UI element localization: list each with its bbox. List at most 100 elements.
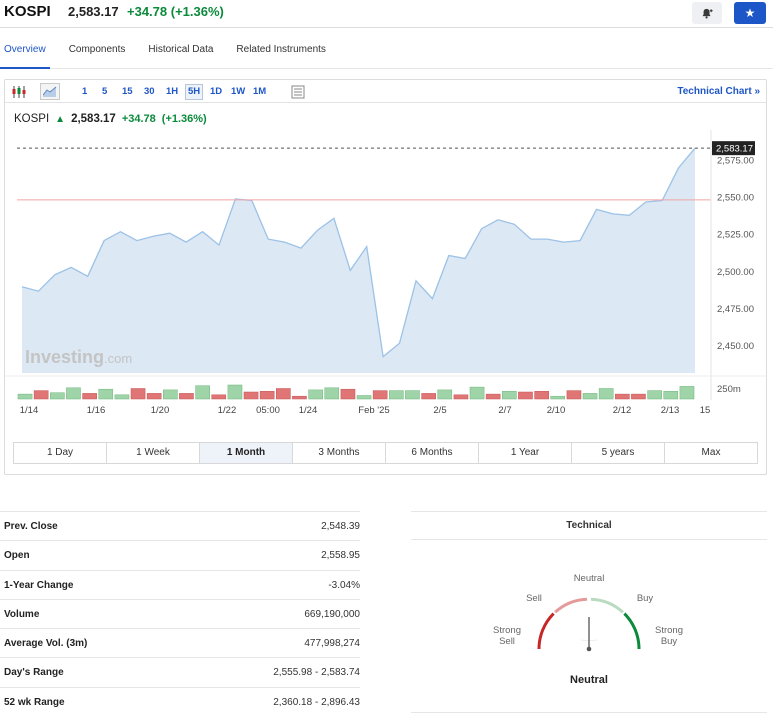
period-1-day[interactable]: 1 Day [14, 443, 107, 463]
volume-bar [566, 390, 582, 400]
volume-bar [195, 385, 210, 400]
y-tick-label: 2,475.00 [717, 304, 754, 315]
y-tick-label: 2,500.00 [717, 267, 754, 278]
x-tick-label: 1/14 [20, 405, 39, 416]
volume-bar [179, 393, 194, 400]
y-tick-label: 2,550.00 [717, 192, 754, 203]
volume-bar [227, 384, 243, 400]
volume-bar [405, 390, 420, 400]
stat-value: -3.04% [328, 579, 360, 591]
price-area [22, 148, 695, 373]
stat-row: Prev. Close 2,548.39 [0, 511, 360, 540]
tab-related-instruments[interactable]: Related Instruments [232, 44, 326, 64]
volume-bar [211, 394, 227, 400]
volume-bar [647, 390, 662, 400]
volume-bar [356, 395, 372, 400]
tab-components[interactable]: Components [65, 44, 126, 64]
stat-value: 477,998,274 [304, 638, 360, 650]
bell-plus-icon [702, 8, 713, 19]
volume-bar [114, 394, 130, 400]
gauge-strong-sell-arc [537, 612, 555, 650]
volume-bar [631, 393, 646, 400]
x-tick-label: 1/22 [218, 405, 237, 416]
x-tick-label: 1/16 [87, 405, 106, 416]
period-1-year[interactable]: 1 Year [479, 443, 572, 463]
last-price-tag-label: 2,583.17 [716, 144, 753, 155]
stat-value: 2,555.98 - 2,583.74 [273, 667, 360, 679]
instrument-tabs: Overview Components Historical Data Rela… [0, 44, 326, 64]
period-1-month[interactable]: 1 Month [200, 443, 293, 463]
volume-bar [469, 386, 485, 400]
stat-row: Day's Range 2,555.98 - 2,583.74 [0, 657, 360, 686]
volume-bar [502, 391, 517, 400]
stat-row: 52 wk Range 2,360.18 - 2,896.43 [0, 686, 360, 716]
volume-bar [679, 386, 695, 400]
stat-row: Average Vol. (3m) 477,998,274 [0, 628, 360, 657]
stat-row: 1-Year Change -3.04% [0, 569, 360, 599]
price-chart[interactable]: 2,575.00 2,550.00 2,525.00 2,500.00 2,475.00… [5, 80, 766, 440]
volume-bar [243, 391, 259, 400]
period-6-months[interactable]: 6 Months [386, 443, 479, 463]
volume-bar [582, 393, 598, 400]
y-tick-label: 2,575.00 [717, 155, 754, 166]
period-5-years[interactable]: 5 years [572, 443, 665, 463]
volume-bar [324, 387, 340, 400]
volume-bar [308, 389, 323, 400]
add-to-watchlist-button[interactable]: ★ [734, 2, 766, 24]
volume-bar [518, 391, 533, 400]
gauge-label-buy: Buy [636, 593, 654, 604]
volume-bar [50, 392, 65, 400]
volume-bar [389, 390, 404, 400]
change-percent: (+1.36%) [170, 4, 224, 19]
gauge-strong-buy-arc [623, 612, 641, 650]
volume-bar [163, 389, 178, 400]
star-icon: ★ [744, 6, 756, 20]
volume-scale-label: 250m [717, 384, 741, 395]
volume-bar [534, 391, 549, 400]
volume-bar [615, 393, 630, 400]
volume-bar [372, 390, 388, 400]
gauge-pivot [586, 646, 592, 652]
volume-bar [421, 393, 436, 400]
stat-label: Open [4, 550, 30, 562]
key-stats-table: Prev. Close 2,548.39 Open 2,558.95 1-Yea… [0, 511, 360, 716]
stat-label: Average Vol. (3m) [4, 638, 88, 650]
tab-overview[interactable]: Overview [0, 44, 46, 64]
period-selector: 1 Day 1 Week 1 Month 3 Months 6 Months 1… [13, 442, 758, 464]
period-max[interactable]: Max [665, 443, 757, 463]
investing-watermark-suffix: .com [104, 351, 132, 366]
stat-label: Prev. Close [4, 521, 58, 532]
stat-value: 669,190,000 [304, 608, 360, 620]
volume-bar [437, 389, 453, 400]
gauge-label-strong-buy: Strong Buy [655, 625, 683, 647]
volume-bar [340, 388, 356, 400]
x-tick-label: 15 [700, 405, 711, 416]
volume-bar [598, 388, 614, 400]
gauge-label-sell: Sell [526, 593, 542, 604]
technical-result: Neutral [570, 674, 608, 686]
stat-value: 2,360.18 - 2,896.43 [273, 696, 360, 708]
period-3-months[interactable]: 3 Months [293, 443, 386, 463]
tab-historical-data[interactable]: Historical Data [144, 44, 213, 64]
x-tick-label: 2/7 [498, 405, 511, 416]
chart-widget: 1 5 15 30 1H 5H 1D 1W 1M Technical Chart… [4, 79, 767, 475]
volume-bar [485, 393, 501, 400]
last-price: 2,583.17 [68, 4, 119, 19]
stat-label: 52 wk Range [4, 696, 65, 708]
x-tick-label: Feb '25 [358, 405, 389, 416]
stat-label: Day's Range [4, 667, 64, 679]
y-tick-label: 2,450.00 [717, 341, 754, 352]
create-alert-button[interactable] [692, 2, 722, 24]
gauge-buy-arc [590, 597, 624, 614]
period-1-week[interactable]: 1 Week [107, 443, 200, 463]
stat-value: 2,548.39 [321, 521, 360, 532]
volume-bar [98, 388, 114, 400]
x-tick-label: 2/10 [547, 405, 566, 416]
tabs-divider [0, 68, 773, 69]
x-tick-label: 2/5 [433, 405, 446, 416]
quote-header: KOSPI 2,583.17 +34.78 (+1.36%) ★ [0, 0, 773, 28]
volume-bar [66, 387, 81, 400]
stat-label: Volume [4, 608, 40, 620]
y-tick-label: 2,525.00 [717, 230, 754, 241]
stat-label: 1-Year Change [4, 579, 74, 591]
